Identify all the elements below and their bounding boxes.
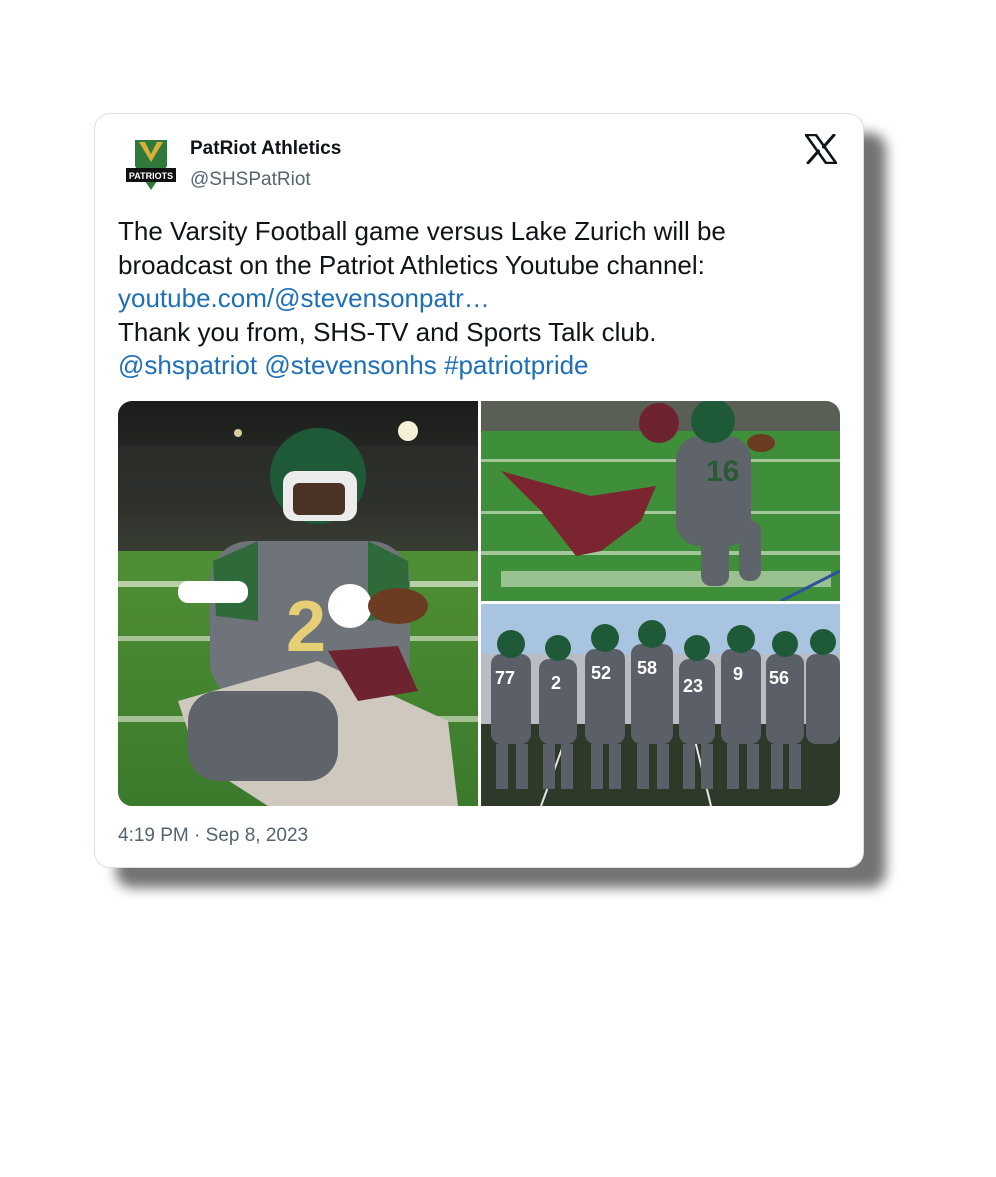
media-grid: 2 16 77 2 52 58 23 9 56 [118,401,840,806]
mention-shspatriot[interactable]: @shspatriot [118,350,257,380]
svg-text:23: 23 [683,676,703,696]
author-handle[interactable]: @SHSPatRiot [190,169,311,191]
mention-stevensonhs[interactable]: @stevensonhs [264,350,436,380]
author-name[interactable]: PatRiot Athletics [190,138,341,160]
svg-text:2: 2 [551,673,561,693]
photo-running-back[interactable]: 2 [118,401,478,806]
tweet-text-line: Thank you from, SHS-TV and Sports Talk c… [118,316,657,347]
tweet-text: The Varsity Football game versus Lake Zu… [118,215,838,383]
svg-text:58: 58 [637,658,657,678]
avatar[interactable]: PATRIOTS [125,136,177,192]
svg-text:56: 56 [769,668,789,688]
svg-text:PATRIOTS: PATRIOTS [129,171,173,181]
svg-text:52: 52 [591,663,611,683]
svg-text:9: 9 [733,664,743,684]
youtube-link[interactable]: youtube.com/@stevensonpatr… [118,283,490,313]
photo-team-walkout[interactable]: 77 2 52 58 23 9 56 [481,604,840,806]
svg-text:16: 16 [706,455,739,488]
hashtag-patriotpride[interactable]: #patriotpride [444,350,589,380]
tweet-card: PATRIOTS PatRiot Athletics @SHSPatRiot T… [94,113,864,868]
tweet-text-line: The Varsity Football game versus Lake Zu… [118,216,726,246]
tweet-text-line: broadcast on the Patriot Athletics Youtu… [118,249,705,280]
svg-text:2: 2 [286,587,326,667]
photo-receiver-catch[interactable]: 16 [481,401,840,601]
tweet-timestamp[interactable]: 4:19 PM · Sep 8, 2023 [118,825,308,847]
svg-text:77: 77 [495,668,515,688]
x-logo-icon[interactable] [804,133,838,165]
tweet-header: PATRIOTS PatRiot Athletics @SHSPatRiot [95,114,863,204]
